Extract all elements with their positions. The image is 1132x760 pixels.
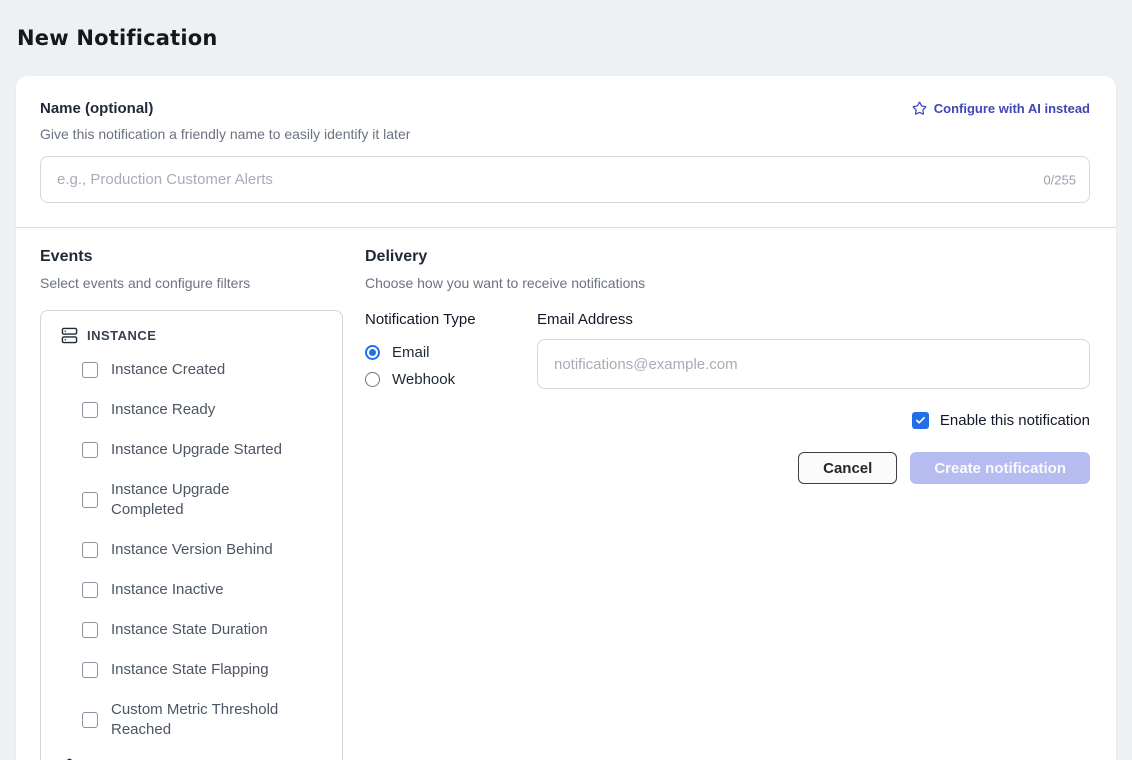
notification-type-label: Notification Type <box>365 310 537 330</box>
unchecked-checkbox-icon <box>82 402 98 418</box>
unchecked-checkbox-icon <box>82 492 98 508</box>
star-icon <box>912 101 927 116</box>
event-item-label: Custom Metric Threshold Reached <box>111 700 291 740</box>
unchecked-checkbox-icon <box>82 712 98 728</box>
unchecked-checkbox-icon <box>82 622 98 638</box>
unchecked-checkbox-icon <box>82 442 98 458</box>
radio-option-webhook[interactable]: Webhook <box>365 366 537 393</box>
event-checkbox-item[interactable]: Instance Upgrade Started <box>82 430 328 470</box>
event-item-label: Instance Inactive <box>111 580 224 600</box>
event-item-label: Instance Created <box>111 360 225 380</box>
event-checkbox-item[interactable]: Instance Version Behind <box>82 530 328 570</box>
radio-option-email[interactable]: Email <box>365 339 537 366</box>
delivery-title: Delivery <box>365 246 1090 268</box>
event-checkbox-item[interactable]: Instance Ready <box>82 390 328 430</box>
name-section: Name (optional) Configure with AI instea… <box>16 76 1116 227</box>
unchecked-checkbox-icon <box>82 362 98 378</box>
event-item-label: Instance Upgrade Completed <box>111 480 291 520</box>
event-item-label: Instance Version Behind <box>111 540 273 560</box>
radio-button-icon <box>365 345 380 360</box>
events-column: Events Select events and configure filte… <box>40 246 343 760</box>
new-notification-card: Name (optional) Configure with AI instea… <box>16 76 1116 760</box>
event-item-label: Instance Upgrade Started <box>111 440 282 460</box>
email-address-input[interactable] <box>537 339 1090 389</box>
checked-checkbox-icon <box>912 412 929 429</box>
radio-button-icon <box>365 372 380 387</box>
configure-with-ai-link[interactable]: Configure with AI instead <box>912 101 1090 116</box>
radio-option-label: Email <box>392 344 430 361</box>
char-counter: 0/255 <box>1043 172 1076 187</box>
event-checkbox-item[interactable]: Instance Upgrade Completed <box>82 470 328 530</box>
unchecked-checkbox-icon <box>82 542 98 558</box>
events-subtitle: Select events and configure filters <box>40 274 343 293</box>
event-group-header-instance: INSTANCE <box>61 327 328 344</box>
enable-notification-label: Enable this notification <box>940 412 1090 429</box>
unchecked-checkbox-icon <box>82 662 98 678</box>
event-item-label: Instance State Duration <box>111 620 268 640</box>
name-description: Give this notification a friendly name t… <box>40 126 1090 142</box>
configure-with-ai-label: Configure with AI instead <box>934 101 1090 116</box>
cancel-button[interactable]: Cancel <box>798 452 897 484</box>
page-title: New Notification <box>0 0 1132 52</box>
event-group-name: INSTANCE <box>87 328 156 343</box>
event-item-label: Instance State Flapping <box>111 660 269 680</box>
email-address-label: Email Address <box>537 310 1090 330</box>
event-checkbox-item[interactable]: Instance Inactive <box>82 570 328 610</box>
unchecked-checkbox-icon <box>82 582 98 598</box>
event-checkbox-item[interactable]: Instance Created <box>82 350 328 390</box>
event-checkbox-item[interactable]: Instance State Flapping <box>82 650 328 690</box>
create-notification-button[interactable]: Create notification <box>910 452 1090 484</box>
event-item-label: Instance Ready <box>111 400 215 420</box>
delivery-subtitle: Choose how you want to receive notificat… <box>365 274 1090 293</box>
event-checkbox-item[interactable]: Custom Metric Threshold Reached <box>82 690 328 750</box>
enable-notification-toggle[interactable]: Enable this notification <box>537 412 1090 429</box>
notification-name-input[interactable] <box>40 156 1090 203</box>
event-checkbox-item[interactable]: Instance State Duration <box>82 610 328 650</box>
radio-option-label: Webhook <box>392 371 455 388</box>
events-title: Events <box>40 246 343 268</box>
delivery-column: Delivery Choose how you want to receive … <box>365 246 1090 760</box>
name-label: Name (optional) <box>40 100 153 117</box>
events-panel: INSTANCE Instance Created Instance Ready In… <box>40 310 343 760</box>
server-icon <box>61 327 78 344</box>
